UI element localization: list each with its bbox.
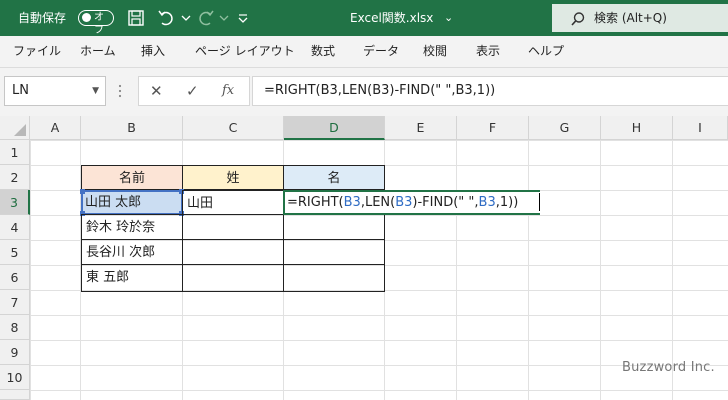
row-header-10[interactable]: 10 <box>0 365 30 390</box>
name-box-dropdown-icon[interactable]: ▼ <box>92 77 99 105</box>
formula-text: ,1)) <box>495 195 519 210</box>
tab-data[interactable]: データ <box>363 36 399 66</box>
select-all-corner[interactable] <box>0 116 30 140</box>
search-box[interactable]: 検索 (Alt+Q) <box>552 4 728 32</box>
tab-file[interactable]: ファイル <box>13 36 61 66</box>
tab-insert[interactable]: 挿入 <box>141 36 165 66</box>
row-header-7[interactable]: 7 <box>0 290 30 315</box>
name-cell[interactable]: 長谷川 次郎 <box>81 239 183 265</box>
gridline <box>600 140 601 400</box>
row-header-6[interactable]: 6 <box>0 265 30 290</box>
formula-text: =RIGHT( <box>287 195 344 210</box>
enter-icon[interactable]: ✓ <box>186 77 199 105</box>
search-label: 検索 (Alt+Q) <box>594 11 667 25</box>
autosave-toggle[interactable]: オフ <box>78 10 114 36</box>
text-cursor <box>539 193 540 211</box>
row-header-1[interactable]: 1 <box>0 140 30 165</box>
tab-formulas[interactable]: 数式 <box>311 36 335 66</box>
formula-text: ,LEN( <box>360 195 396 210</box>
row-header-4[interactable]: 4 <box>0 215 30 240</box>
active-cell-editor[interactable]: =RIGHT(B3,LEN(B3)-FIND(" ",B3,1)) <box>283 190 540 215</box>
insert-function-icon[interactable]: fx <box>222 77 234 105</box>
row-header-8[interactable]: 8 <box>0 315 30 340</box>
formula-buttons: ✕ ✓ fx <box>138 76 250 106</box>
row-header-2[interactable]: 2 <box>0 165 30 190</box>
column-header-a[interactable]: A <box>30 116 81 140</box>
ribbon-tabs: ファイル ホーム 挿入 ページ レイアウト 数式 データ 校閲 表示 ヘルプ <box>0 36 728 68</box>
name-cell[interactable]: 鈴木 玲於奈 <box>81 214 183 240</box>
formula-bar-grip[interactable] <box>118 82 122 100</box>
header-cell-sei[interactable]: 姓 <box>182 165 284 190</box>
gridline <box>528 140 529 400</box>
name-box-value: LN <box>12 83 29 98</box>
column-header-c[interactable]: C <box>183 116 284 140</box>
redo-dropdown-icon[interactable] <box>218 8 230 28</box>
tab-home[interactable]: ホーム <box>80 36 116 66</box>
sei-cell[interactable] <box>182 214 284 240</box>
mei-cell[interactable] <box>283 264 385 292</box>
title-bar: 自動保存 オフ Excel関数.xlsx ⌄ 検索 (Alt+Q) <box>0 0 728 36</box>
formula-text: )-FIND(" ", <box>412 195 479 210</box>
gridline <box>456 140 457 400</box>
mei-cell[interactable] <box>283 214 385 240</box>
name-box[interactable]: LN ▼ <box>4 76 106 106</box>
formula-ref: B3 <box>395 195 413 210</box>
sei-cell[interactable]: 山田 <box>182 190 284 215</box>
column-header-i[interactable]: I <box>673 116 728 140</box>
mei-cell[interactable] <box>283 239 385 265</box>
row-header-3[interactable]: 3 <box>0 190 30 215</box>
header-cell-mei[interactable]: 名 <box>283 165 385 190</box>
tab-page-layout[interactable]: ページ レイアウト <box>195 36 295 66</box>
name-cell[interactable]: 東 五郎 <box>81 264 183 292</box>
sei-cell[interactable] <box>182 264 284 292</box>
autosave-state: オフ <box>94 12 104 36</box>
formula-ref: B3 <box>478 195 496 210</box>
undo-dropdown-icon[interactable] <box>180 8 192 28</box>
column-header-g[interactable]: G <box>529 116 601 140</box>
search-icon <box>571 12 585 26</box>
column-header-e[interactable]: E <box>385 116 457 140</box>
undo-icon[interactable] <box>156 8 176 28</box>
column-header-h[interactable]: H <box>601 116 673 140</box>
row-header-11[interactable] <box>0 390 30 400</box>
sei-cell[interactable] <box>182 239 284 265</box>
formula-input[interactable]: =RIGHT(B3,LEN(B3)-FIND(" ",B3,1)) <box>252 76 728 106</box>
tab-help[interactable]: ヘルプ <box>528 36 564 66</box>
row-header-5[interactable]: 5 <box>0 240 30 265</box>
column-header-d[interactable]: D <box>284 116 385 140</box>
header-cell-name[interactable]: 名前 <box>81 165 183 190</box>
formula-ref: B3 <box>343 195 361 210</box>
redo-icon[interactable] <box>196 8 216 28</box>
tab-review[interactable]: 校閲 <box>423 36 447 66</box>
file-name[interactable]: Excel関数.xlsx <box>350 0 433 36</box>
toggle-knob <box>82 13 91 22</box>
watermark: Buzzword Inc. <box>622 360 715 375</box>
autosave-label: 自動保存 <box>18 11 67 25</box>
save-icon[interactable] <box>126 8 146 28</box>
row-header-9[interactable]: 9 <box>0 340 30 365</box>
name-cell[interactable]: 山田 太郎 <box>81 190 183 215</box>
column-header-f[interactable]: F <box>457 116 529 140</box>
customize-qat-icon[interactable] <box>236 8 250 28</box>
file-name-dropdown-icon[interactable]: ⌄ <box>444 0 453 36</box>
tab-view[interactable]: 表示 <box>476 36 500 66</box>
column-header-b[interactable]: B <box>81 116 183 140</box>
cancel-icon[interactable]: ✕ <box>150 77 163 105</box>
